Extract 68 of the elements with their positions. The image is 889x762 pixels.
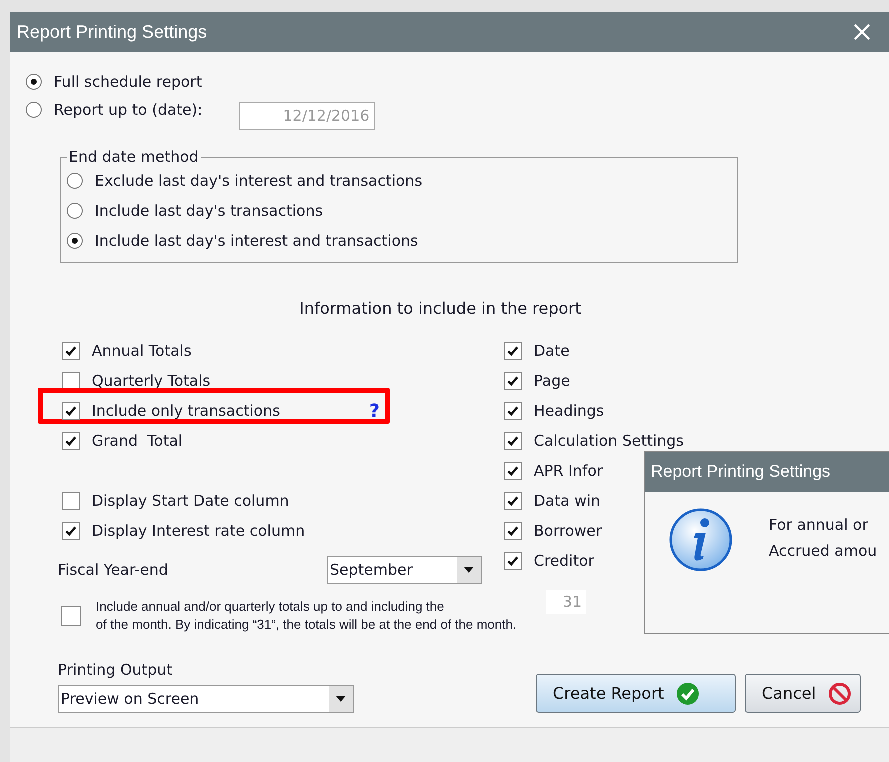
checkbox-label: Include annual and/or quarterly totals up to and including the of the month. By indicating “31”, the totals will be at the end of the month. xyxy=(96,598,518,634)
checkbox-label: Date xyxy=(534,342,570,360)
radio-label: Include last day's interest and transactions xyxy=(95,232,418,250)
checkbox[interactable] xyxy=(504,552,522,570)
radio-label: Full schedule report xyxy=(54,73,202,91)
section-heading: Information to include in the report xyxy=(298,299,582,318)
dialog-title: Report Printing Settings xyxy=(645,452,889,492)
checkbox-label: Include only transactions xyxy=(92,402,280,420)
month-dropdown[interactable]: September xyxy=(327,556,482,584)
radio-button[interactable] xyxy=(26,74,42,90)
help-link[interactable]: ? xyxy=(370,400,380,422)
checkbox[interactable] xyxy=(504,402,522,420)
checkbox-label: APR Infor xyxy=(534,462,604,480)
cancel-button[interactable]: Cancel xyxy=(745,674,862,714)
checkbox-label: Display Start Date column xyxy=(92,492,290,510)
check-mark-icon xyxy=(507,345,519,357)
check-mark-icon xyxy=(507,465,519,477)
radio-button[interactable] xyxy=(67,173,83,189)
check-mark-icon xyxy=(65,435,77,447)
check-circle-icon xyxy=(676,682,700,706)
checkbox[interactable] xyxy=(62,522,80,540)
radio-label: Exclude last day's interest and transactions xyxy=(95,172,423,190)
radio-button[interactable] xyxy=(67,203,83,219)
checkbox-label: Headings xyxy=(534,402,604,420)
check-mark-icon xyxy=(507,375,519,387)
check-mark-icon xyxy=(65,525,77,537)
checkbox[interactable] xyxy=(504,462,522,480)
checkbox-label: Annual Totals xyxy=(92,342,192,360)
checkbox[interactable] xyxy=(62,432,80,450)
checkbox[interactable] xyxy=(504,522,522,540)
radio-button[interactable] xyxy=(67,233,83,249)
info-icon xyxy=(669,508,733,572)
message-text: For annual or xyxy=(769,516,870,534)
checkbox[interactable] xyxy=(61,606,81,626)
check-mark-icon xyxy=(65,345,77,357)
checkbox-label: Borrower xyxy=(534,522,602,540)
check-mark-icon xyxy=(507,525,519,537)
checkbox[interactable] xyxy=(504,432,522,450)
output-dropdown[interactable]: Preview on Screen xyxy=(58,685,354,714)
check-mark-icon xyxy=(507,555,519,567)
checkbox[interactable] xyxy=(62,492,80,510)
checkbox[interactable] xyxy=(62,402,80,420)
radio-label: Include last day's transactions xyxy=(95,202,324,220)
checkbox-label: Calculation Settings xyxy=(534,432,684,450)
field-label: Fiscal Year-end xyxy=(58,561,170,579)
checkbox-label: Page xyxy=(534,372,570,390)
checkbox[interactable] xyxy=(62,342,80,360)
create-report-button[interactable]: Create Report xyxy=(536,674,736,714)
radio-label: Report up to (date): xyxy=(54,101,203,119)
checkbox-label: Quarterly Totals xyxy=(92,372,211,390)
radio-button[interactable] xyxy=(26,102,42,118)
prohibited-icon xyxy=(828,682,852,706)
check-mark-icon xyxy=(507,435,519,447)
checkbox[interactable] xyxy=(504,372,522,390)
window-title: Report Printing Settings xyxy=(17,22,208,42)
check-mark-icon xyxy=(507,405,519,417)
checkbox-label: Grand Total xyxy=(92,432,183,450)
checkbox-label: Display Interest rate column xyxy=(92,522,306,540)
checkbox-label: Data win xyxy=(534,492,601,510)
checkbox[interactable] xyxy=(504,342,522,360)
close-button[interactable]: × xyxy=(846,18,878,46)
group-legend: End date method xyxy=(67,148,201,166)
message-text: Accrued amou xyxy=(769,542,878,560)
check-mark-icon xyxy=(65,405,77,417)
checkbox[interactable] xyxy=(504,492,522,510)
field-label: Printing Output xyxy=(58,661,174,680)
check-mark-icon xyxy=(507,495,519,507)
checkbox-label: Creditor xyxy=(534,552,594,570)
